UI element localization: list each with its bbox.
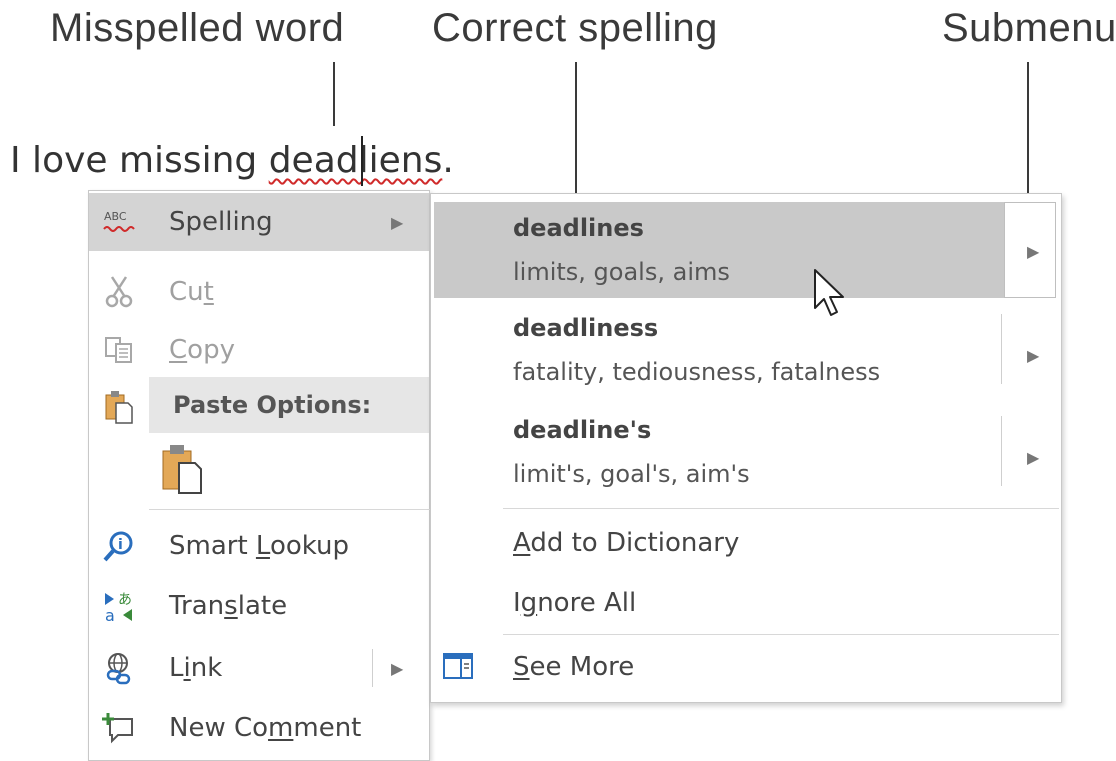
add-to-dictionary-label: Add to Dictionary (513, 528, 740, 558)
see-more-label: See More (513, 652, 635, 682)
spelling-submenu: deadlines limits, goals, aims ▶ deadline… (430, 193, 1062, 703)
suggestion-synonyms: limit's, goal's, aim's (513, 460, 750, 488)
menu-item-new-comment[interactable]: New Comment (89, 699, 429, 757)
callout-misspelled-word: Misspelled word (50, 6, 345, 50)
menu-item-link[interactable]: Link ▶ (89, 639, 429, 697)
menu-separator (149, 509, 431, 510)
suggestion-item[interactable]: deadline's limit's, goal's, aim's ▶ (431, 402, 1061, 504)
add-to-dictionary-item[interactable]: Add to Dictionary (431, 514, 1061, 574)
callout-correct-spelling: Correct spelling (432, 6, 718, 50)
split-separator (1001, 314, 1002, 384)
menu-item-spelling-label: Spelling (169, 207, 273, 237)
menu-item-smart-lookup-label: Smart Lookup (169, 531, 350, 561)
scissors-icon (99, 272, 139, 312)
menu-item-cut-label: Cut (169, 277, 214, 307)
menu-item-translate-label: Translate (169, 591, 288, 621)
callout-submenu: Submenu (942, 6, 1116, 50)
paste-icon (99, 387, 139, 427)
menu-item-copy[interactable]: Copy (89, 321, 429, 379)
mouse-cursor-icon (812, 268, 848, 324)
link-icon (99, 648, 139, 688)
suggestion-word: deadline's (513, 416, 652, 444)
suggestion-item[interactable]: deadliness fatality, tediousness, fataln… (431, 300, 1061, 402)
submenu-separator (503, 508, 1059, 509)
copy-icon (99, 330, 139, 370)
suggestion-item[interactable]: deadlines limits, goals, aims ▶ (431, 194, 1061, 298)
submenu-separator (503, 634, 1059, 635)
leader-line-misspelled (333, 62, 335, 126)
text-caret (361, 136, 363, 186)
document-text-after: . (442, 140, 454, 181)
spelling-abc-icon: ABC (99, 202, 139, 242)
menu-item-link-label: Link (169, 653, 223, 683)
new-comment-icon (99, 708, 139, 748)
suggestion-synonyms: fatality, tediousness, fatalness (513, 358, 881, 386)
suggestion-word: deadlines (513, 214, 644, 242)
context-menu: ABC Spelling ▶ Cut Copy Paste Options: i… (88, 190, 431, 761)
svg-text:i: i (118, 537, 123, 553)
translate-icon: あ a (99, 586, 139, 626)
paste-options-label: Paste Options: (173, 391, 372, 419)
submenu-arrow-icon[interactable]: ▶ (1027, 448, 1039, 467)
menu-item-copy-label: Copy (169, 335, 235, 365)
menu-item-new-comment-label: New Comment (169, 713, 362, 743)
submenu-arrow-icon[interactable]: ▶ (1027, 346, 1039, 365)
menu-item-cut[interactable]: Cut (89, 263, 429, 321)
suggestion-synonyms: limits, goals, aims (513, 258, 730, 286)
smart-lookup-icon: i (99, 526, 139, 566)
submenu-arrow-icon: ▶ (391, 213, 404, 232)
submenu-arrow-icon: ▶ (1027, 242, 1040, 261)
svg-text:あ: あ (118, 592, 132, 608)
suggestion-word: deadliness (513, 314, 659, 342)
menu-item-smart-lookup[interactable]: i Smart Lookup (89, 517, 429, 575)
paste-options-header: Paste Options: (149, 377, 429, 433)
svg-text:ABC: ABC (104, 210, 127, 223)
see-more-pane-icon (443, 652, 473, 687)
split-separator (372, 649, 373, 687)
svg-text:a: a (105, 606, 115, 623)
ignore-all-item[interactable]: Ignore All (431, 574, 1061, 634)
misspelled-word[interactable]: deadliens (269, 140, 443, 181)
menu-item-spelling[interactable]: ABC Spelling ▶ (89, 193, 429, 251)
submenu-arrow-icon[interactable]: ▶ (391, 659, 403, 678)
split-separator (1001, 416, 1002, 486)
document-text-before: I love missing (10, 140, 269, 181)
menu-item-translate[interactable]: あ a Translate (89, 577, 429, 635)
document-text: I love missing deadliens. (10, 140, 454, 181)
ignore-all-label: Ignore All (513, 588, 637, 618)
see-more-item[interactable]: See More (431, 638, 1061, 698)
paste-keep-source-icon[interactable] (159, 441, 215, 497)
